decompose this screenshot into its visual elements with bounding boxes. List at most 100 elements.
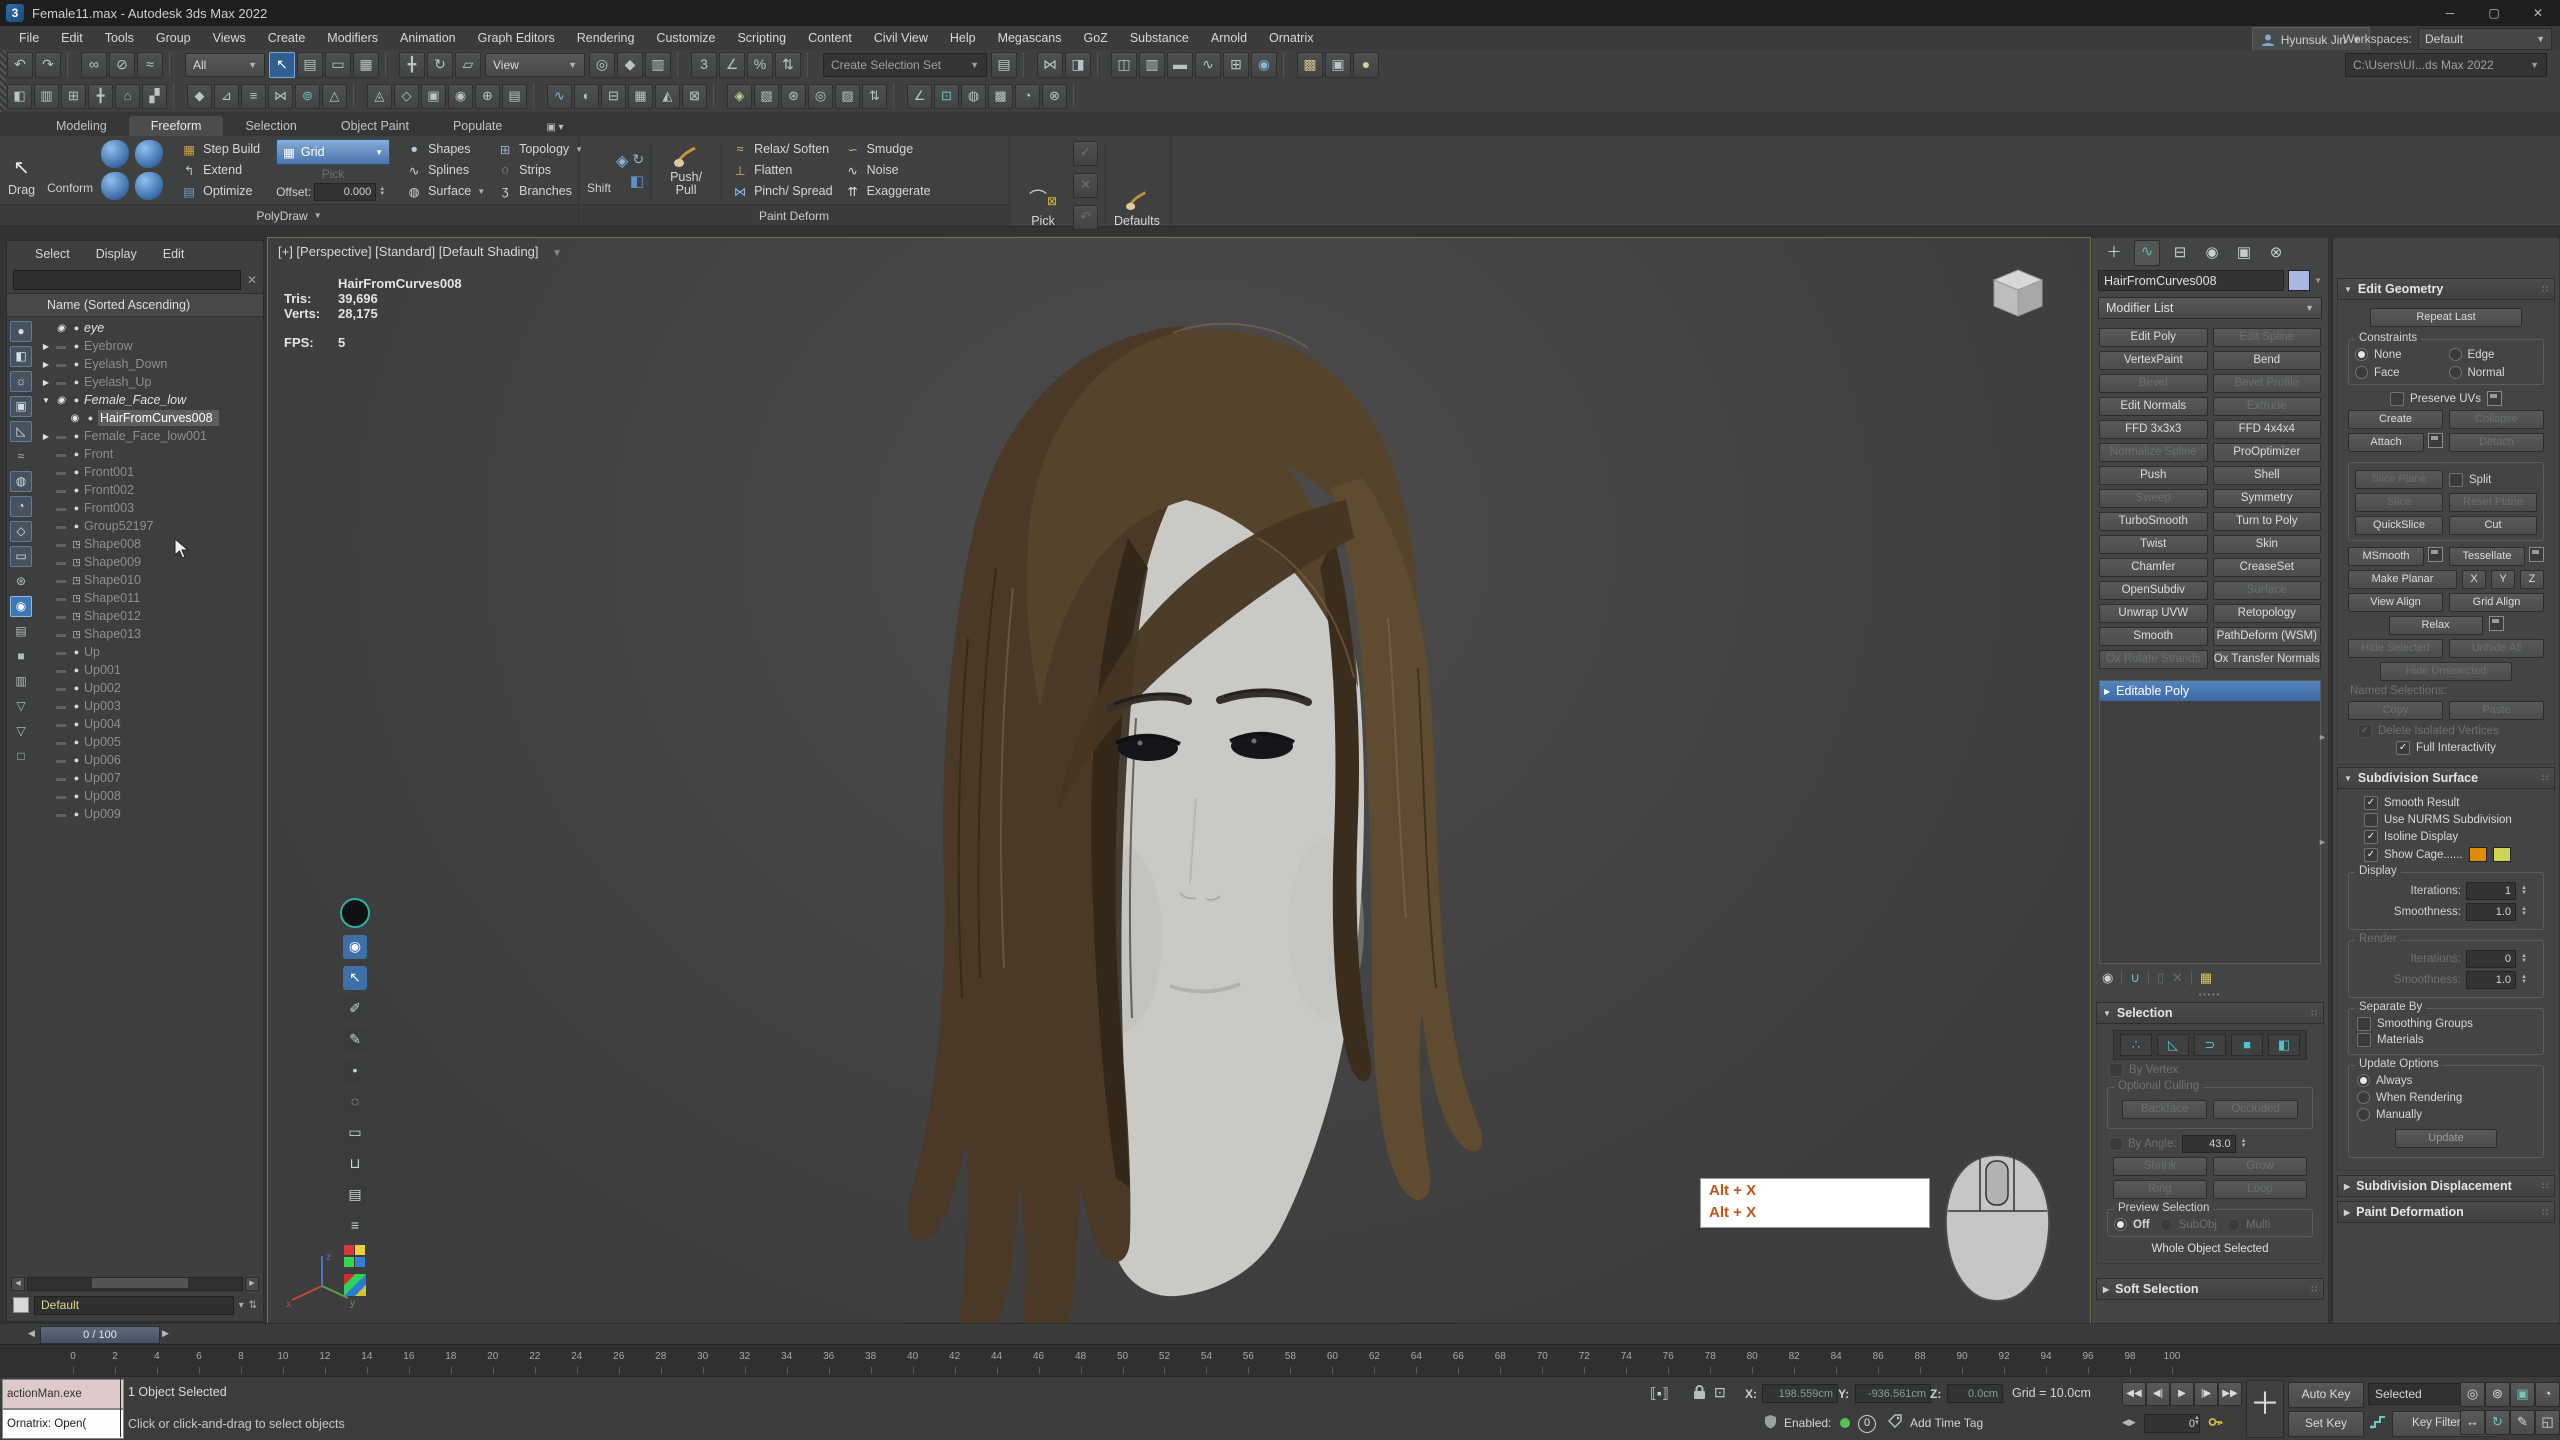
toolbar2-icon[interactable]: ▥ — [34, 84, 59, 109]
noise-button[interactable]: ∿Noise — [841, 160, 935, 180]
smooth-result-checkbox[interactable]: ✓Smooth Result — [2364, 796, 2542, 810]
modifier-smooth[interactable]: Smooth — [2099, 627, 2208, 646]
list-item[interactable]: ▬●Front003 — [35, 499, 263, 517]
lasso-tool-icon[interactable]: ◌ — [343, 1090, 367, 1114]
border-subobject-icon[interactable]: ⊃ — [2194, 1034, 2226, 1056]
modifier-opensubdiv[interactable]: OpenSubdiv — [2099, 581, 2208, 600]
modifier-symmetry[interactable]: Symmetry — [2213, 489, 2322, 508]
brush-tool-icon[interactable]: ✐ — [343, 997, 367, 1021]
show-cage-checkbox[interactable]: ✓Show Cage...... — [2364, 847, 2542, 862]
list-item[interactable]: ◉●eye — [35, 319, 263, 337]
viewcube[interactable] — [1986, 266, 2050, 323]
list-item[interactable]: ▬●Up009 — [35, 805, 263, 823]
toolbar2-icon[interactable]: ◎ — [808, 84, 833, 109]
list-item[interactable]: ▬●Front — [35, 445, 263, 463]
filter-shapes-icon[interactable]: ◧ — [10, 346, 32, 367]
selection-rollout-header[interactable]: ▼Selection∷ — [2096, 1002, 2324, 1024]
toolbar2-icon[interactable]: ∿ — [547, 84, 572, 109]
add-time-tag[interactable]: Add Time Tag — [1910, 1416, 1983, 1430]
offset-field[interactable]: 0.000 — [314, 183, 376, 201]
undo-icon[interactable]: ↶ — [7, 52, 33, 78]
menu-tools[interactable]: Tools — [94, 26, 145, 50]
filter-spacewarps-icon[interactable]: ≈ — [10, 446, 32, 467]
notification-badge[interactable]: 0 — [1858, 1415, 1876, 1433]
close-button[interactable]: ✕ — [2516, 0, 2560, 26]
explorer-menu-display[interactable]: Display — [96, 247, 137, 261]
branches-button[interactable]: ʒBranches — [493, 181, 587, 201]
y-coordinate-field[interactable]: -936.561cm — [1855, 1384, 1931, 1403]
menu-modifiers[interactable]: Modifiers — [316, 26, 389, 50]
zoom-extents-icon[interactable]: ▣ — [2510, 1382, 2535, 1407]
filter-lights-icon[interactable]: ☼ — [10, 371, 32, 392]
modifier-chamfer[interactable]: Chamfer — [2099, 558, 2208, 577]
repeat-last-button[interactable]: Repeat Last — [2370, 308, 2522, 327]
stamp-tool-icon[interactable]: ⊔ — [343, 1152, 367, 1176]
key-mode-toggle-icon[interactable] — [2208, 1414, 2224, 1433]
auto-key-button[interactable]: Auto Key — [2288, 1382, 2364, 1408]
paint-deform-section-label[interactable]: Paint Deform — [579, 204, 1009, 226]
cage-selected-color-swatch[interactable] — [2493, 847, 2511, 862]
toolbar2-icon[interactable]: ◇ — [394, 84, 419, 109]
constraint-none-radio[interactable]: None — [2355, 348, 2444, 361]
subdivision-displacement-rollout-header[interactable]: ▶Subdivision Displacement∷ — [2337, 1175, 2555, 1197]
relax-settings-icon[interactable] — [2489, 616, 2504, 631]
modifier-prooptimizer[interactable]: ProOptimizer — [2213, 443, 2322, 462]
menu-animation[interactable]: Animation — [389, 26, 467, 50]
percent-snap-icon[interactable]: % — [747, 52, 773, 78]
ribbon-overflow-icon[interactable]: ▣ ▾ — [524, 119, 585, 136]
menu-goz[interactable]: GoZ — [1073, 26, 1119, 50]
explorer-menu-edit[interactable]: Edit — [163, 247, 185, 261]
modifier-retopology[interactable]: Retopology — [2213, 604, 2322, 623]
menu-create[interactable]: Create — [257, 26, 317, 50]
object-color-swatch[interactable] — [2288, 270, 2310, 291]
layer-menu-icon[interactable]: ▾ — [239, 1300, 244, 1311]
key-steps-icon[interactable] — [2368, 1413, 2386, 1434]
polydraw-section-label[interactable]: PolyDraw▼ — [0, 204, 578, 226]
menu-edit[interactable]: Edit — [50, 26, 94, 50]
grid-align-button[interactable]: Grid Align — [2449, 593, 2544, 612]
make-planar-button[interactable]: Make Planar — [2348, 570, 2457, 589]
filter-list-icon[interactable]: ▤ — [10, 621, 32, 642]
toolbar2-icon[interactable]: ▨ — [835, 84, 860, 109]
select-move-icon[interactable]: ╋ — [399, 52, 425, 78]
attach-button[interactable]: Attach — [2348, 433, 2424, 452]
modifier-creaseset[interactable]: CreaseSet — [2213, 558, 2322, 577]
schematic-view-icon[interactable]: ⊞ — [1223, 52, 1249, 78]
time-slider-track[interactable]: ◀ 0 / 100 ▶ — [0, 1323, 2560, 1345]
explorer-sort-header[interactable]: Name (Sorted Ascending) — [7, 293, 263, 317]
modifier-ffd-3x3x3[interactable]: FFD 3x3x3 — [2099, 420, 2208, 439]
scroll-right-button[interactable]: ▶ — [245, 1277, 259, 1291]
preserve-uvs-settings-icon[interactable] — [2487, 391, 2502, 406]
update-button[interactable]: Update — [2395, 1129, 2497, 1148]
list-item[interactable]: ▼◉●Female_Face_low — [35, 391, 263, 409]
maximize-viewport-icon[interactable]: ◱ — [2535, 1410, 2560, 1435]
ribbon-tab-freeform[interactable]: Freeform — [129, 116, 224, 136]
msmooth-button[interactable]: MSmooth — [2348, 547, 2424, 566]
selection-region-icon[interactable]: ▭ — [325, 52, 351, 78]
current-frame-field[interactable]: 0 — [2144, 1414, 2200, 1433]
modifier-unwrap-uvw[interactable]: Unwrap UVW — [2099, 604, 2208, 623]
go-to-end-icon[interactable]: ▶▶ — [2218, 1382, 2242, 1406]
key-step-arrows[interactable]: ◀▶ — [2122, 1417, 2136, 1428]
list-item[interactable]: ▬●Up003 — [35, 697, 263, 715]
toolbar2-icon[interactable]: ⊟ — [601, 84, 626, 109]
edit-geometry-rollout-header[interactable]: ▼Edit Geometry∷ — [2337, 278, 2555, 300]
modifier-push[interactable]: Push — [2099, 466, 2208, 485]
isoline-display-checkbox[interactable]: ✓Isoline Display — [2364, 830, 2542, 844]
modifier-twist[interactable]: Twist — [2099, 535, 2208, 554]
modifier-ffd-4x4x4[interactable]: FFD 4x4x4 — [2213, 420, 2322, 439]
toolbar2-icon[interactable]: ╋ — [88, 84, 113, 109]
constraint-normal-radio[interactable]: Normal — [2449, 366, 2538, 379]
object-name-field[interactable]: HairFromCurves008 — [2098, 270, 2284, 291]
next-frame-arrow[interactable]: ▶ — [162, 1328, 169, 1339]
smudge-button[interactable]: ∽Smudge — [841, 139, 935, 159]
clear-search-icon[interactable]: ✕ — [247, 273, 257, 287]
shapes-button[interactable]: ●Shapes — [402, 139, 489, 159]
modifier-list-dropdown[interactable]: Modifier List ▼ — [2098, 297, 2322, 319]
bind-to-spacewarp-icon[interactable]: ≈ — [137, 52, 163, 78]
pick-deform-button[interactable]: ⌒⊠ Pick — [1018, 139, 1068, 232]
smoothing-groups-checkbox[interactable]: Smoothing Groups — [2357, 1017, 2535, 1031]
modifier-skin[interactable]: Skin — [2213, 535, 2322, 554]
optimize-button[interactable]: ▤Optimize — [177, 181, 264, 201]
toolbar2-icon[interactable]: ⊿ — [214, 84, 239, 109]
